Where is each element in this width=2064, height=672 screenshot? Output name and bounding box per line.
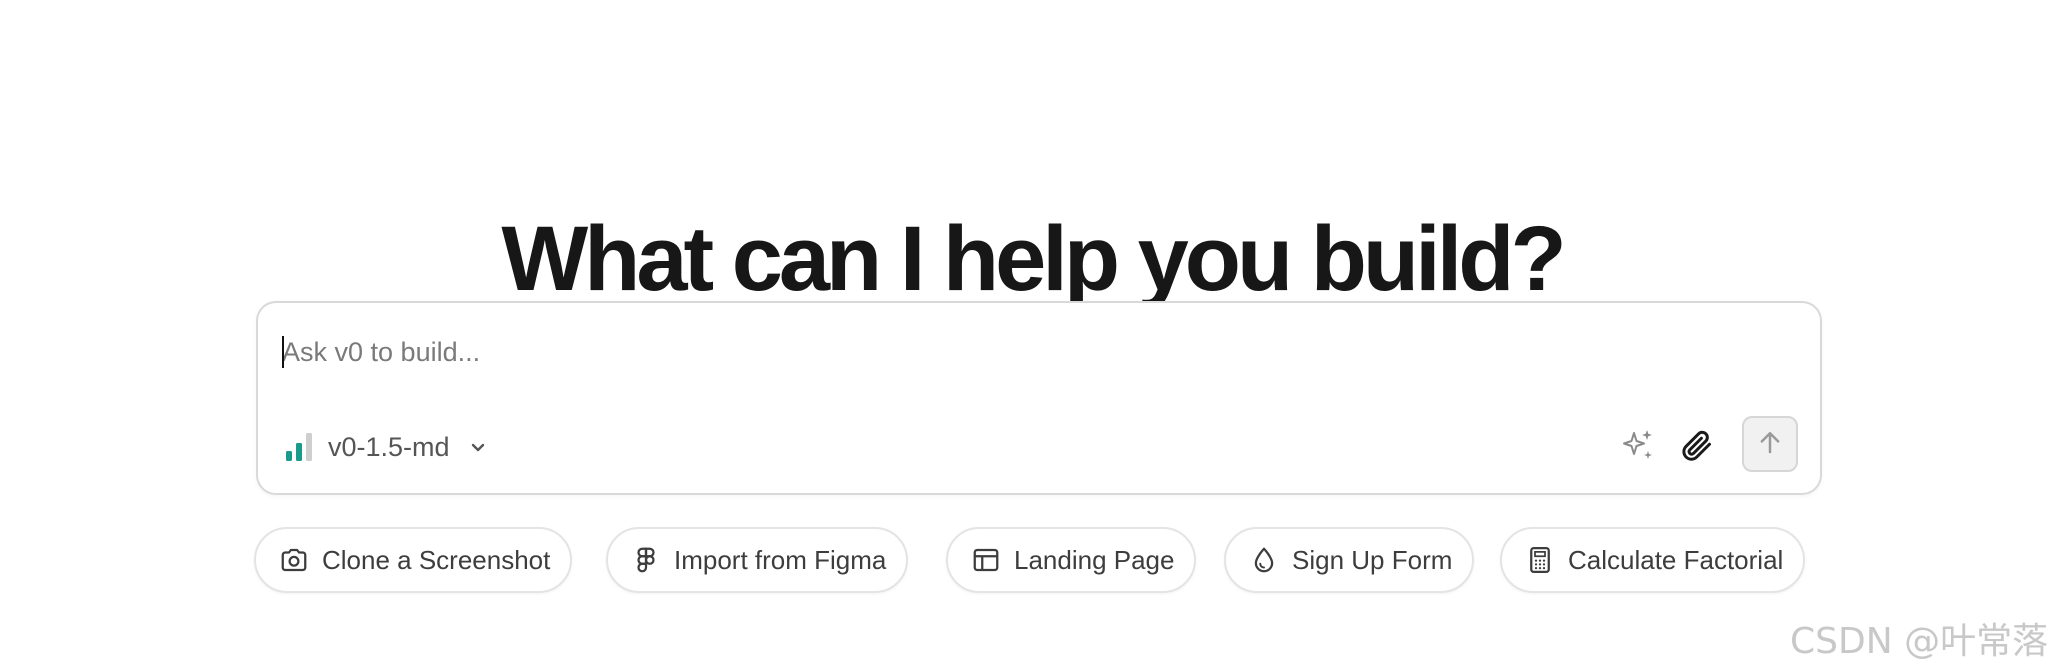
paperclip-icon	[1678, 427, 1714, 468]
prompt-box: v0-1.5-md	[256, 301, 1822, 495]
watermark: CSDN @叶常落	[1790, 621, 2049, 662]
suggestion-chip[interactable]: Sign Up Form	[1224, 527, 1475, 593]
page-title: What can I help you build?	[501, 207, 1566, 310]
signal-bars-icon	[284, 431, 314, 463]
layout-icon	[970, 544, 1002, 576]
chip-label: Import from Figma	[674, 544, 887, 575]
model-selector[interactable]: v0-1.5-md	[284, 423, 490, 471]
chevron-down-icon	[468, 436, 490, 458]
chip-label: Landing Page	[1014, 544, 1175, 575]
suggestion-chip[interactable]: Calculate Factorial	[1500, 527, 1806, 593]
chip-label: Calculate Factorial	[1568, 544, 1784, 575]
chip-label: Sign Up Form	[1292, 544, 1453, 575]
camera-icon	[278, 544, 310, 576]
attach-button[interactable]	[1672, 423, 1720, 471]
droplet-icon	[1248, 544, 1280, 576]
model-label: v0-1.5-md	[328, 431, 450, 462]
sparkles-icon	[1620, 427, 1656, 468]
prompt-input[interactable]	[282, 329, 1682, 375]
enhance-prompt-button[interactable]	[1614, 423, 1662, 471]
figma-icon	[630, 544, 662, 576]
suggestion-chip[interactable]: Clone a Screenshot	[254, 527, 573, 593]
calculator-icon	[1524, 544, 1556, 576]
suggestion-chip[interactable]: Landing Page	[946, 527, 1197, 593]
send-button[interactable]	[1742, 416, 1798, 472]
text-caret	[282, 336, 284, 368]
chip-label: Clone a Screenshot	[322, 544, 551, 575]
suggestion-chip[interactable]: Import from Figma	[606, 527, 909, 593]
arrow-up-icon	[1755, 427, 1785, 462]
